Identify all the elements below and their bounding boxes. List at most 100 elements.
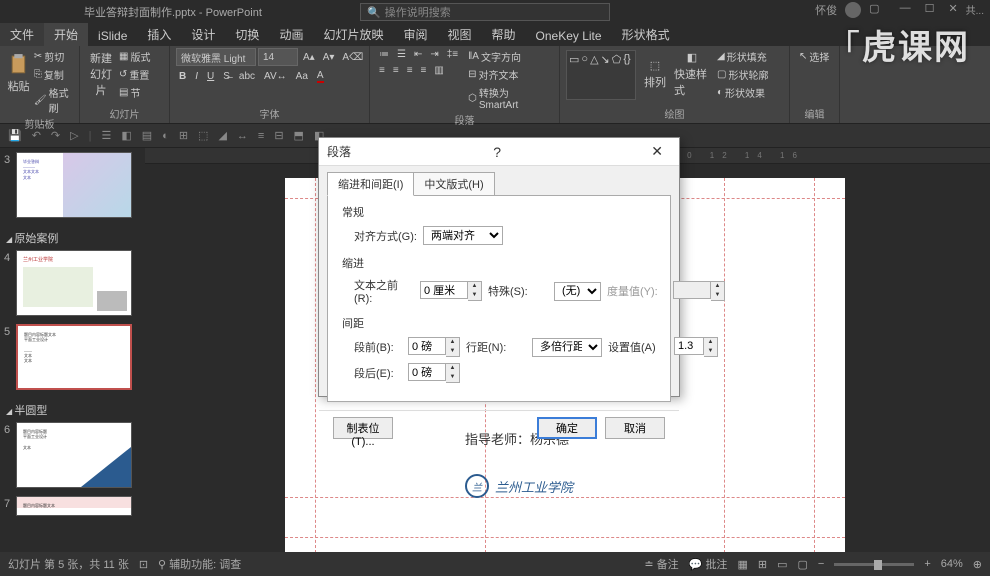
ribbon-options-icon[interactable]: ▢ xyxy=(869,2,879,18)
comments-button[interactable]: 💬 批注 xyxy=(689,556,728,572)
minimize-button[interactable]: — xyxy=(900,2,911,18)
section-header[interactable]: 半圆型 xyxy=(4,398,141,422)
dialog-tab-indent[interactable]: 缩进和间距(I) xyxy=(327,172,414,196)
slide-thumb-3[interactable]: 毕业答辩———文本文本文本 xyxy=(16,152,132,218)
shape-effects-button[interactable]: ◐形状效果 xyxy=(714,84,771,101)
spinner-buttons[interactable]: ▲▼ xyxy=(446,363,460,383)
qat-icon[interactable]: ↔ xyxy=(237,130,248,142)
align-center-button[interactable]: ≡ xyxy=(390,64,402,77)
zoom-out-button[interactable]: − xyxy=(818,558,824,570)
char-spacing-button[interactable]: AV↔ xyxy=(261,69,290,84)
dialog-help-button[interactable]: ? xyxy=(485,144,509,160)
at-input[interactable] xyxy=(674,337,704,355)
section-button[interactable]: ▤节 xyxy=(116,84,153,101)
qat-icon[interactable]: ◢ xyxy=(218,129,226,142)
columns-button[interactable]: ▥ xyxy=(431,64,446,77)
tab-design[interactable]: 设计 xyxy=(181,23,225,46)
after-input[interactable] xyxy=(408,363,446,381)
line-spacing-button[interactable]: ‡≡ xyxy=(444,48,461,61)
qat-icon[interactable]: ◐ xyxy=(162,130,169,142)
layout-button[interactable]: ▦版式 xyxy=(116,48,153,65)
section-header[interactable]: 原始案例 xyxy=(4,226,141,250)
font-size-select[interactable] xyxy=(258,48,298,66)
tab-animation[interactable]: 动画 xyxy=(269,23,313,46)
align-left-button[interactable]: ≡ xyxy=(376,64,388,77)
qat-undo-icon[interactable]: ↶ xyxy=(32,129,41,142)
cancel-button[interactable]: 取消 xyxy=(605,417,665,439)
quick-styles-button[interactable]: ◧ 快速样式 xyxy=(674,50,710,100)
spinner-buttons[interactable]: ▲▼ xyxy=(468,281,482,301)
tab-shape-format[interactable]: 形状格式 xyxy=(612,23,680,46)
slide-thumb-4[interactable]: 兰州工业学院 xyxy=(16,250,132,316)
increase-font-icon[interactable]: A▴ xyxy=(300,48,318,66)
notes-button[interactable]: ≐ 备注 xyxy=(644,556,678,572)
align-right-button[interactable]: ≡ xyxy=(404,64,416,77)
dialog-close-button[interactable]: ✕ xyxy=(643,143,671,160)
underline-button[interactable]: U xyxy=(204,69,217,84)
tabstops-button[interactable]: 制表位(T)... xyxy=(333,417,393,439)
user-name[interactable]: 怀俊 xyxy=(815,2,837,18)
shapes-gallery[interactable]: ▭○△ ↘⬠{} xyxy=(566,50,636,100)
ok-button[interactable]: 确定 xyxy=(537,417,597,439)
align-text-button[interactable]: ⊟对齐文本 xyxy=(465,66,553,83)
maximize-button[interactable]: ☐ xyxy=(925,2,935,18)
font-name-select[interactable] xyxy=(176,48,256,66)
by-input[interactable] xyxy=(673,281,711,299)
qat-start-icon[interactable]: ▷ xyxy=(70,129,78,142)
paste-button[interactable]: 粘贴 xyxy=(6,48,31,98)
arrange-button[interactable]: ⬚ 排列 xyxy=(640,50,670,100)
qat-icon[interactable]: ⬒ xyxy=(294,129,304,142)
dialog-tab-chinese[interactable]: 中文版式(H) xyxy=(413,172,494,196)
shape-fill-button[interactable]: ◢形状填充 xyxy=(714,48,771,65)
share-button[interactable]: 共... xyxy=(966,2,984,18)
accessibility-status[interactable]: ⚲ 辅助功能: 调查 xyxy=(158,556,241,572)
bold-button[interactable]: B xyxy=(176,69,189,84)
user-avatar-icon[interactable] xyxy=(845,2,861,18)
clear-format-icon[interactable]: A⌫ xyxy=(339,48,366,66)
qat-icon[interactable]: ⊟ xyxy=(274,129,283,142)
normal-view-icon[interactable]: ▦ xyxy=(737,558,747,571)
decrease-font-icon[interactable]: A▾ xyxy=(320,48,338,66)
slide-panel[interactable]: 3 毕业答辩———文本文本文本 原始案例 4 兰州工业学院 5 题目内容标题文本… xyxy=(0,148,145,552)
tab-transition[interactable]: 切换 xyxy=(225,23,269,46)
shape-outline-button[interactable]: ▢形状轮廓 xyxy=(714,66,771,83)
text-direction-button[interactable]: ‖A文字方向 xyxy=(465,48,553,65)
zoom-level[interactable]: 64% xyxy=(941,558,963,570)
qat-icon[interactable]: ◧ xyxy=(121,129,131,142)
spinner-buttons[interactable]: ▲▼ xyxy=(446,337,460,357)
qat-save-icon[interactable]: 💾 xyxy=(8,129,22,142)
text-before-input[interactable] xyxy=(420,281,468,299)
new-slide-button[interactable]: 新建 幻灯片 xyxy=(86,48,116,98)
qat-icon[interactable]: ≡ xyxy=(258,130,264,142)
special-select[interactable]: (无) xyxy=(554,282,601,301)
bullets-button[interactable]: ≔ xyxy=(376,48,392,61)
zoom-in-button[interactable]: + xyxy=(924,558,930,570)
slide-thumb-5[interactable]: 题目内容标题文本平面工业设计——文本文本 xyxy=(16,324,132,390)
slideshow-view-icon[interactable]: ▢ xyxy=(797,558,807,571)
slide-thumb-6[interactable]: 题目内容标题平面工业设计文本 xyxy=(16,422,132,488)
tab-help[interactable]: 帮助 xyxy=(482,23,526,46)
qat-redo-icon[interactable]: ↷ xyxy=(51,129,60,142)
qat-icon[interactable]: ▤ xyxy=(142,129,152,142)
numbering-button[interactable]: ☰ xyxy=(394,48,409,61)
italic-button[interactable]: I xyxy=(192,69,201,84)
font-color-button[interactable]: A xyxy=(314,69,327,84)
alignment-select[interactable]: 两端对齐 xyxy=(423,226,503,245)
reset-button[interactable]: ↺重置 xyxy=(116,66,153,83)
format-painter-button[interactable]: 🖌格式刷 xyxy=(31,84,73,116)
tab-insert[interactable]: 插入 xyxy=(137,23,181,46)
reading-view-icon[interactable]: ▭ xyxy=(777,558,787,571)
qat-icon[interactable]: ⬚ xyxy=(198,129,208,142)
qat-icon[interactable]: ☰ xyxy=(101,129,111,142)
shadow-button[interactable]: abc xyxy=(236,69,258,84)
tab-onekey[interactable]: OneKey Lite xyxy=(526,26,612,46)
language-icon[interactable]: ⊡ xyxy=(139,558,148,571)
fit-to-window-icon[interactable]: ⊕ xyxy=(973,558,982,571)
copy-button[interactable]: ⎘复制 xyxy=(31,66,73,83)
tell-me-search[interactable]: 🔍 操作说明搜索 xyxy=(360,3,610,21)
change-case-button[interactable]: Aa xyxy=(293,69,311,84)
sorter-view-icon[interactable]: ⊞ xyxy=(758,558,767,571)
spinner-buttons[interactable]: ▲▼ xyxy=(711,281,725,301)
logo-group[interactable]: 兰 兰州工业学院 xyxy=(465,474,573,498)
slide-thumb-7[interactable]: 题目内容标题文本 xyxy=(16,496,132,516)
